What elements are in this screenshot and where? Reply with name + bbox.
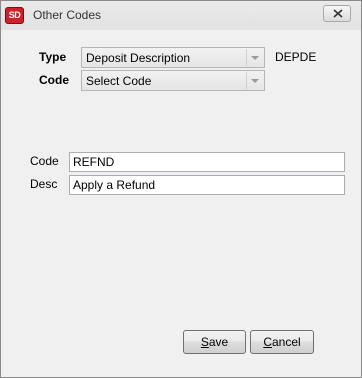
dialog-body: Type Deposit Description DEPDE Code Sele… — [5, 30, 357, 373]
cancel-button[interactable]: Cancel — [250, 330, 314, 354]
app-icon: SD — [5, 7, 24, 24]
save-label: ave — [208, 335, 229, 349]
chevron-down-icon — [251, 56, 259, 60]
window-title: Other Codes — [33, 8, 102, 22]
title-bar[interactable]: SD Other Codes — [1, 1, 361, 30]
code-label: Code — [39, 73, 69, 87]
dialog-window: SD Other Codes Type Deposit Description … — [0, 0, 362, 378]
type-label: Type — [39, 50, 67, 64]
code-dropdown[interactable]: Select Code — [81, 70, 265, 91]
type-dropdown[interactable]: Deposit Description — [81, 47, 265, 68]
code-dropdown-arrow[interactable] — [246, 72, 263, 89]
desc-field-label: Desc — [30, 177, 58, 191]
type-code-text: DEPDE — [275, 50, 317, 64]
code-field[interactable] — [69, 152, 345, 172]
save-accel: S — [200, 335, 209, 349]
cancel-label: ancel — [271, 335, 301, 349]
close-button[interactable] — [323, 5, 351, 22]
type-dropdown-arrow[interactable] — [246, 49, 263, 66]
type-dropdown-value: Deposit Description — [86, 51, 191, 65]
save-button[interactable]: Save — [183, 330, 246, 354]
desc-field[interactable] — [69, 175, 345, 195]
close-icon — [333, 9, 343, 18]
cancel-accel: C — [263, 335, 272, 349]
code-field-label: Code — [30, 154, 59, 168]
chevron-down-icon — [251, 79, 259, 83]
code-dropdown-value: Select Code — [86, 74, 152, 88]
